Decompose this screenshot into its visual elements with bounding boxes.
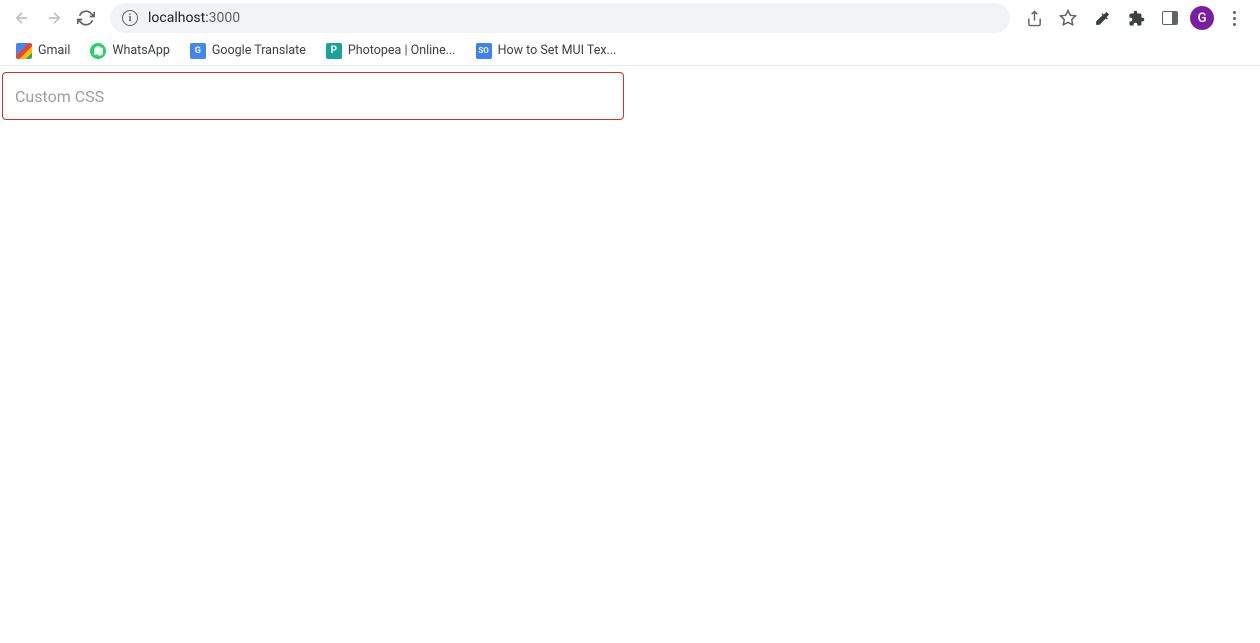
profile-avatar[interactable]: G [1190, 6, 1214, 30]
gmail-icon: M [16, 43, 32, 59]
share-icon[interactable] [1020, 4, 1048, 32]
bookmark-label: How to Set MUI Tex... [498, 43, 617, 58]
custom-css-input[interactable] [2, 72, 624, 120]
bookmarks-bar: M Gmail WhatsApp G Google Translate P Ph… [0, 36, 1260, 66]
bookmark-label: Photopea | Online... [348, 43, 456, 58]
bookmark-gmail[interactable]: M Gmail [10, 39, 76, 63]
address-bar[interactable]: i localhost:3000 [110, 3, 1010, 33]
bookmark-photopea[interactable]: P Photopea | Online... [320, 39, 462, 63]
forward-button[interactable] [40, 4, 68, 32]
bookmark-label: WhatsApp [112, 43, 170, 58]
back-button[interactable] [8, 4, 36, 32]
bookmark-label: Google Translate [212, 43, 306, 58]
bookmark-whatsapp[interactable]: WhatsApp [84, 39, 176, 63]
site-info-icon[interactable]: i [122, 10, 138, 26]
eyedropper-icon[interactable] [1088, 4, 1116, 32]
stackoverflow-icon: SO [476, 43, 492, 59]
bookmark-label: Gmail [38, 43, 70, 58]
chrome-menu-icon[interactable] [1220, 4, 1248, 32]
bookmark-star-icon[interactable] [1054, 4, 1082, 32]
page-content [0, 66, 1260, 124]
browser-toolbar: i localhost:3000 G [0, 0, 1260, 36]
bookmark-google-translate[interactable]: G Google Translate [184, 39, 312, 63]
photopea-icon: P [326, 43, 342, 59]
url-text: localhost:3000 [148, 10, 240, 26]
reload-button[interactable] [72, 4, 100, 32]
bookmark-stackoverflow[interactable]: SO How to Set MUI Tex... [470, 39, 623, 63]
whatsapp-icon [90, 43, 106, 59]
google-translate-icon: G [190, 43, 206, 59]
extensions-icon[interactable] [1122, 4, 1150, 32]
toolbar-right: G [1020, 4, 1252, 32]
side-panel-icon[interactable] [1156, 4, 1184, 32]
